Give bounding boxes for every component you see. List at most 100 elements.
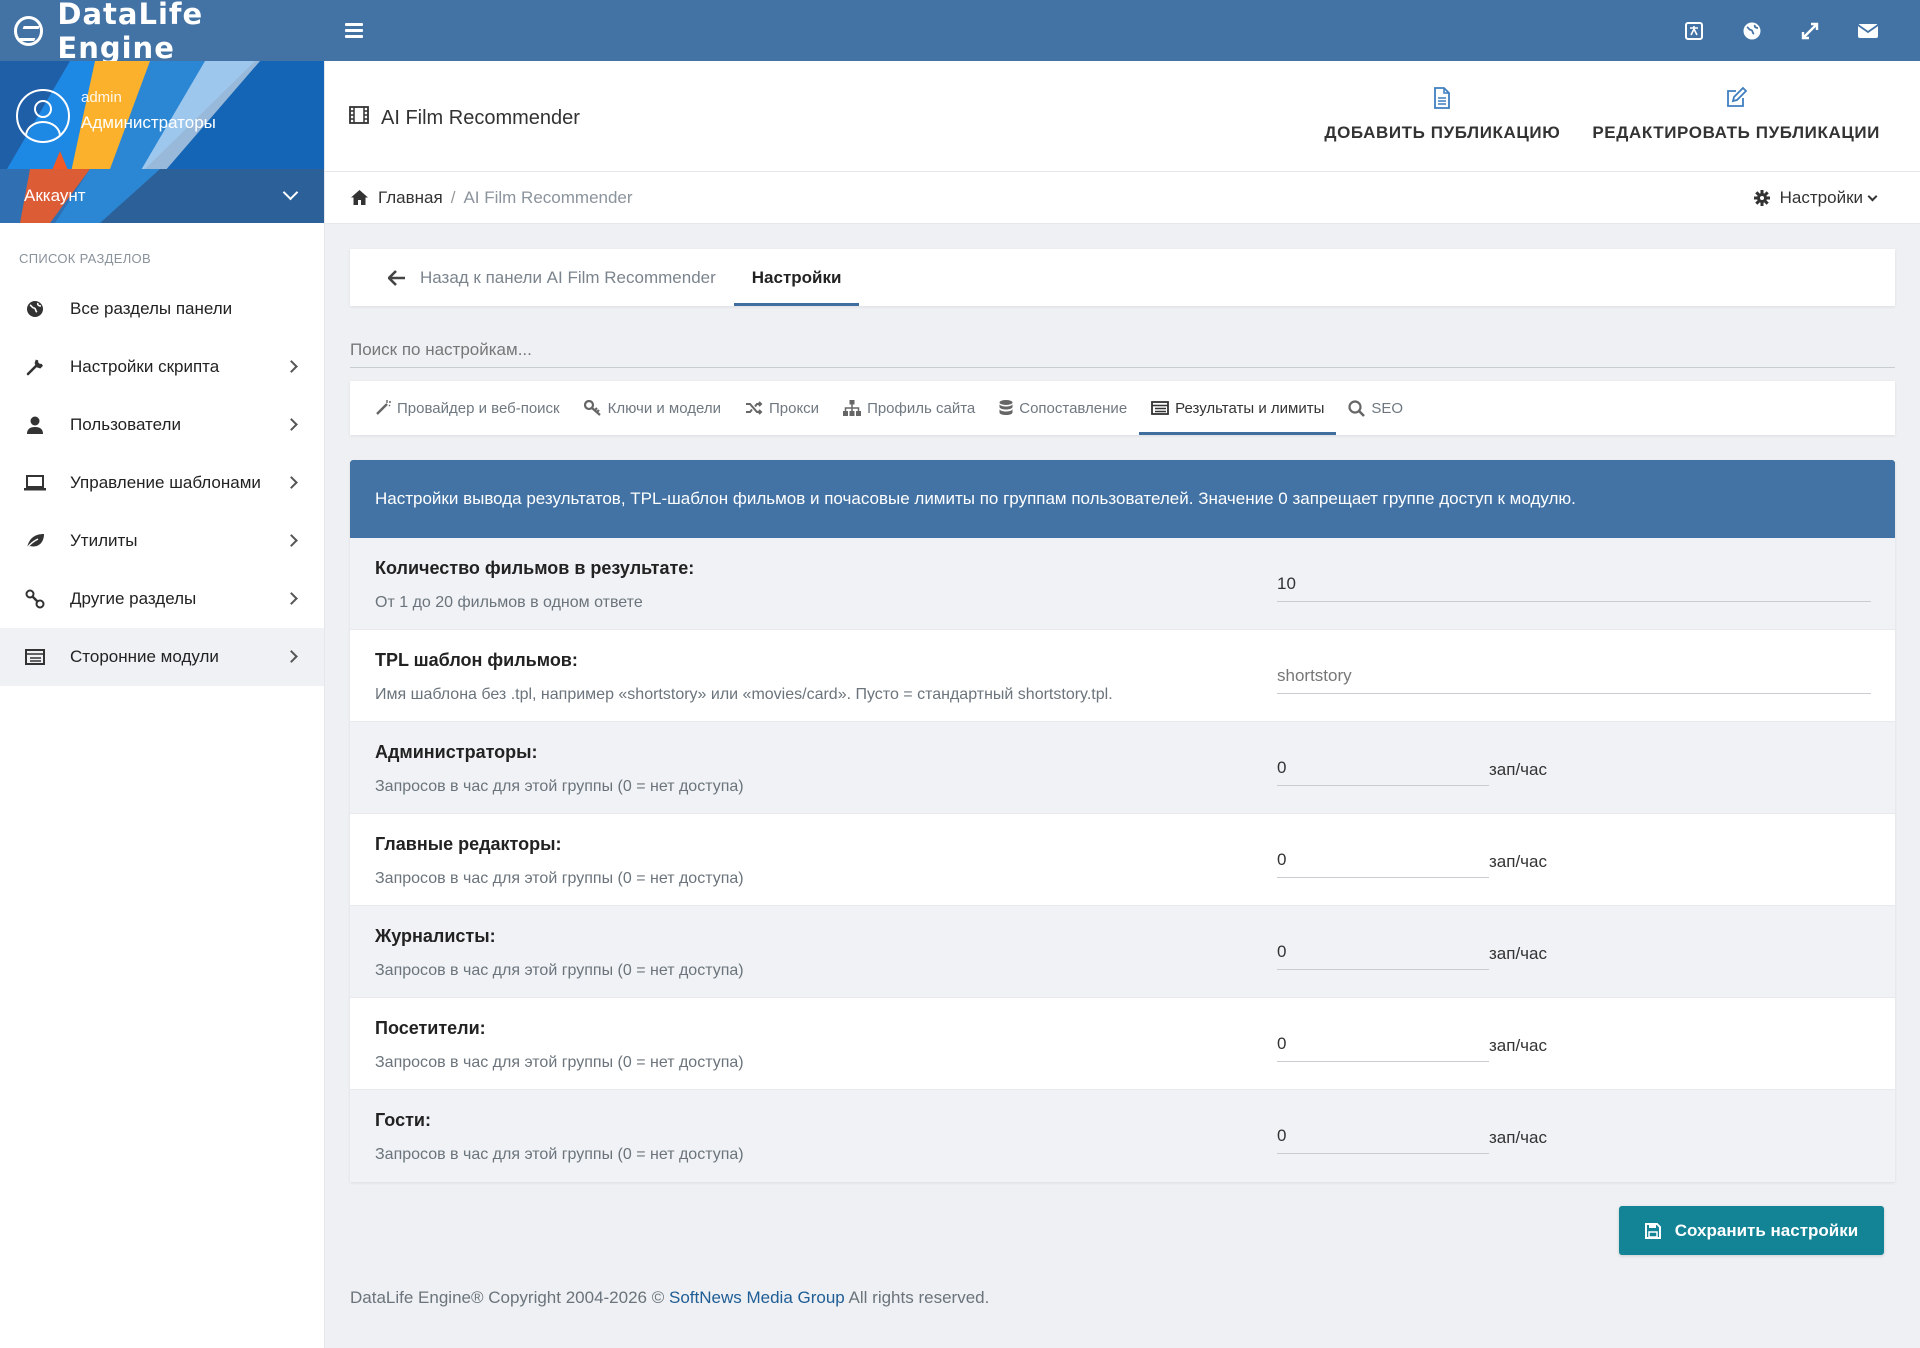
globe-icon (24, 298, 46, 320)
back-tab-label: Назад к панели AI Film Recommender (420, 267, 716, 287)
chevron-right-icon (285, 592, 298, 605)
save-button-label: Сохранить настройки (1674, 1220, 1859, 1240)
user-icon (24, 414, 46, 436)
avatar[interactable] (16, 89, 70, 143)
chevron-right-icon (285, 534, 298, 547)
subtab-label: SEO (1371, 399, 1404, 417)
subtab-mapping[interactable]: Сопоставление (987, 381, 1139, 435)
tpl-template-input[interactable] (1277, 658, 1871, 694)
breadcrumb-current: AI Film Recommender (463, 187, 633, 207)
page-header: AI Film Recommender Добавить публикацию … (325, 61, 1920, 172)
sidebar-nav: Все разделы панели Настройки скрипта Пол… (0, 280, 324, 686)
dle-logo-icon (14, 15, 44, 46)
breadcrumb: Главная / AI Film Recommender Настройки (325, 172, 1920, 224)
setting-title: Гости: (375, 1110, 431, 1130)
back-to-panel-tab[interactable]: Назад к панели AI Film Recommender (370, 249, 734, 306)
subtab-label: Сопоставление (1019, 399, 1128, 417)
setting-description: Имя шаблона без .tpl, например «shortsto… (375, 686, 1113, 703)
subtab-site-profile[interactable]: Профиль сайта (831, 381, 987, 435)
modules-icon (24, 646, 46, 668)
top-bar: DataLife Engine (0, 0, 1920, 65)
footer-company-link[interactable]: SoftNews Media Group (669, 1288, 845, 1307)
sidebar-item-label: Пользователи (70, 415, 181, 434)
search-icon (1348, 399, 1366, 417)
unit-label: зап/час (1489, 1128, 1547, 1147)
sidebar-item-utilities[interactable]: Утилиты (0, 512, 324, 570)
subtab-label: Ключи и модели (607, 399, 721, 417)
sidebar-item-users[interactable]: Пользователи (0, 396, 324, 454)
language-icon[interactable] (1682, 19, 1706, 43)
setting-row-films-count: Количество фильмов в результате: От 1 до… (350, 538, 1895, 630)
setting-row-journalists-limit: Журналисты: Запросов в час для этой груп… (350, 906, 1895, 998)
panel-heading: Настройки вывода результатов, TPL-шаблон… (350, 460, 1895, 538)
subtab-proxy[interactable]: Прокси (733, 381, 831, 435)
setting-title: Посетители: (375, 1018, 486, 1038)
home-icon (351, 190, 368, 205)
app-title: DataLife Engine (57, 0, 204, 65)
settings-subtabs: Провайдер и веб-поиск Ключи и модели Про… (350, 381, 1895, 435)
globe-icon[interactable] (1740, 19, 1764, 43)
page-title: AI Film Recommender (349, 106, 580, 130)
sidebar-item-templates[interactable]: Управление шаблонами (0, 454, 324, 512)
envelope-icon[interactable] (1856, 19, 1880, 43)
guests-limit-input[interactable] (1277, 1118, 1489, 1154)
brand[interactable]: DataLife Engine (0, 0, 325, 65)
list-icon (1151, 401, 1170, 415)
footer-rights: All rights reserved. (848, 1288, 990, 1307)
laptop-icon (24, 472, 46, 494)
subtab-label: Результаты и лимиты (1175, 399, 1325, 417)
setting-row-visitors-limit: Посетители: Запросов в час для этой груп… (350, 998, 1895, 1090)
save-settings-button[interactable]: Сохранить настройки (1619, 1206, 1884, 1255)
subtab-results-limits[interactable]: Результаты и лимиты (1139, 381, 1337, 435)
tab-settings[interactable]: Настройки (733, 249, 860, 306)
settings-tab-label: Настройки (751, 267, 842, 287)
sitemap-icon (843, 400, 862, 416)
chevron-right-icon (285, 476, 298, 489)
chevron-right-icon (285, 418, 298, 431)
films-count-input[interactable] (1277, 566, 1871, 602)
chevron-right-icon (285, 650, 298, 663)
journalists-limit-input[interactable] (1277, 934, 1489, 970)
setting-description: Запросов в час для этой группы (0 = нет … (375, 962, 744, 979)
file-text-icon (1433, 87, 1451, 111)
key-icon (583, 400, 601, 416)
sidebar-item-label: Настройки скрипта (70, 357, 220, 376)
menu-toggle-button[interactable] (345, 22, 365, 39)
sidebar-item-third-party-modules[interactable]: Сторонние модули (0, 628, 324, 686)
section-title: Список разделов (19, 251, 151, 266)
breadcrumb-home-link[interactable]: Главная (351, 188, 443, 208)
setting-title: Журналисты: (375, 926, 496, 946)
add-publication-label: Добавить публикацию (1324, 123, 1561, 142)
add-publication-button[interactable]: Добавить публикацию (1324, 87, 1560, 143)
sidebar-item-all-sections[interactable]: Все разделы панели (0, 280, 324, 338)
user-name: admin (81, 89, 122, 106)
settings-dropdown[interactable]: Настройки (1753, 188, 1878, 208)
wrench-icon (24, 356, 46, 378)
chief-editors-limit-input[interactable] (1277, 842, 1489, 878)
sidebar-item-other-sections[interactable]: Другие разделы (0, 570, 324, 628)
sidebar-item-script-settings[interactable]: Настройки скрипта (0, 338, 324, 396)
edit-publications-button[interactable]: Редактировать публикации (1592, 86, 1880, 143)
user-panel: admin Администраторы (0, 61, 324, 169)
subtab-provider[interactable]: Провайдер и веб-поиск (363, 381, 572, 435)
visitors-limit-input[interactable] (1277, 1026, 1489, 1062)
breadcrumb-separator: / (450, 187, 456, 207)
database-icon (999, 400, 1013, 415)
settings-search (350, 333, 1895, 368)
account-toggle[interactable]: Аккаунт (0, 169, 324, 223)
subtab-label: Провайдер и веб-поиск (397, 399, 560, 417)
search-input[interactable] (350, 333, 1895, 367)
sidebar-item-label: Сторонние модули (70, 647, 219, 666)
user-group: Администраторы (81, 113, 216, 132)
fullscreen-icon[interactable] (1798, 19, 1822, 43)
module-tabs: Назад к панели AI Film Recommender Настр… (350, 249, 1895, 306)
subtab-seo[interactable]: SEO (1336, 381, 1415, 435)
admins-limit-input[interactable] (1277, 750, 1489, 786)
sidebar: admin Администраторы Аккаунт Список разд… (0, 61, 325, 1348)
edit-icon (1725, 86, 1748, 111)
film-icon (349, 106, 369, 130)
subtab-keys-models[interactable]: Ключи и модели (572, 381, 733, 435)
setting-description: Запросов в час для этой группы (0 = нет … (375, 778, 744, 795)
floppy-disk-icon (1644, 1222, 1661, 1239)
unit-label: зап/час (1489, 1036, 1547, 1055)
